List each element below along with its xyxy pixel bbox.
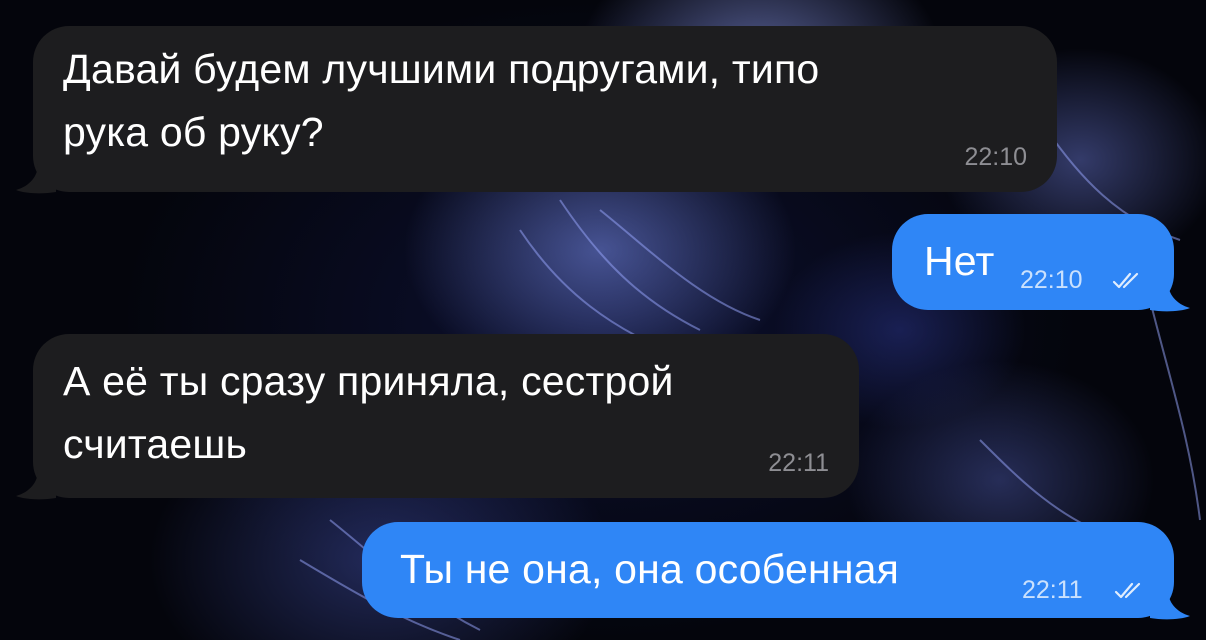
message-timestamp: 22:11	[1022, 576, 1083, 604]
message-bubble-outgoing[interactable]: Ты не она, она особенная 22:11	[362, 522, 1174, 618]
bubble-tail-incoming	[16, 470, 56, 500]
message-text: Давай будем лучшими подругами, типо рука…	[63, 46, 820, 155]
read-checkmarks-icon	[1112, 272, 1139, 289]
message-timestamp: 22:11	[768, 449, 829, 477]
message-timestamp: 22:10	[1020, 266, 1083, 294]
message-timestamp: 22:10	[964, 143, 1027, 171]
message-bubble-incoming[interactable]: А её ты сразу приняла, сестрой считаешь …	[33, 334, 859, 498]
message-text: А её ты сразу приняла, сестрой считаешь	[63, 358, 674, 467]
bubble-tail-outgoing	[1150, 590, 1190, 620]
read-checkmarks-icon	[1114, 582, 1141, 599]
bubble-tail-outgoing	[1150, 282, 1190, 312]
bubble-tail-incoming	[16, 164, 56, 194]
message-bubble-incoming[interactable]: Давай будем лучшими подругами, типо рука…	[33, 26, 1057, 192]
message-text: Ты не она, она особенная	[400, 546, 900, 592]
message-text: Нет	[924, 238, 995, 284]
message-bubble-outgoing[interactable]: Нет 22:10	[892, 214, 1174, 310]
